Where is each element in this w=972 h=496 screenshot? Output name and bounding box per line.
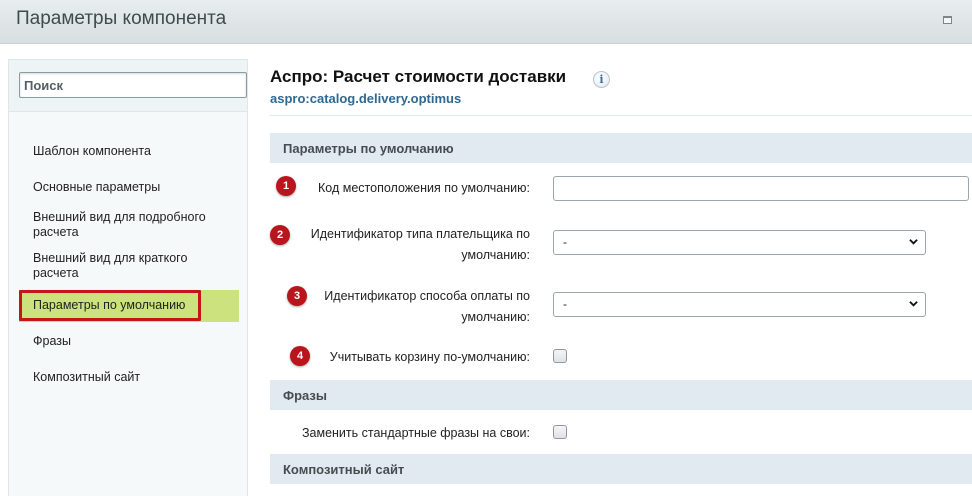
field-label-replace-phrases: Заменить стандартные фразы на свои: — [301, 426, 530, 440]
use-cart-checkbox[interactable] — [553, 349, 567, 363]
sidebar-item-composite-site[interactable]: Композитный сайт — [33, 370, 233, 385]
component-title: Аспро: Расчет стоимости доставки — [270, 67, 567, 86]
chevron-down-icon — [909, 301, 918, 307]
sidebar-item-main-params[interactable]: Основные параметры — [33, 180, 233, 195]
chevron-down-icon — [909, 239, 918, 245]
section-default-params: Параметры по умолчанию — [270, 133, 972, 163]
section-phrases: Фразы — [270, 380, 972, 410]
section-title: Фразы — [283, 388, 327, 403]
section-composite-site: Композитный сайт — [270, 454, 972, 484]
sidebar-item-label: Шаблон компонента — [33, 144, 151, 158]
section-title: Параметры по умолчанию — [283, 141, 454, 156]
info-icon[interactable]: i — [593, 71, 610, 88]
replace-phrases-checkbox[interactable] — [553, 425, 567, 439]
sidebar-item-component-template[interactable]: Шаблон компонента — [33, 144, 233, 159]
sidebar-item-default-params[interactable]: Параметры по умолчанию — [19, 290, 239, 322]
select-value: - — [563, 235, 567, 249]
field-label-payer-type: Идентификатор типа плательщика по умолча… — [310, 227, 530, 262]
sidebar: Шаблон компонента Основные параметры Вне… — [8, 59, 248, 496]
window-title: Параметры компонента — [16, 8, 227, 29]
window-titlebar: Параметры компонента — [0, 0, 972, 44]
section-title: Композитный сайт — [283, 462, 405, 477]
sidebar-item-label: Внешний вид для краткого расчета — [33, 251, 188, 280]
component-code: aspro:catalog.delivery.optimus — [270, 91, 462, 106]
field-label-location-code: Код местоположения по умолчанию: — [318, 181, 530, 195]
sidebar-item-label: Внешний вид для подробного расчета — [33, 210, 206, 239]
select-value: - — [563, 297, 567, 311]
sidebar-item-short-view[interactable]: Внешний вид для краткого расчета — [33, 251, 213, 281]
payment-method-select[interactable]: - — [553, 292, 926, 317]
sidebar-item-label: Фразы — [33, 334, 71, 348]
payer-type-select[interactable]: - — [553, 230, 926, 255]
step-badge: 2 — [270, 225, 290, 245]
maximize-icon[interactable] — [943, 16, 952, 24]
sidebar-item-detail-view[interactable]: Внешний вид для подробного расчета — [33, 210, 223, 240]
sidebar-search-area — [9, 60, 247, 112]
divider — [270, 115, 972, 116]
sidebar-item-label: Композитный сайт — [33, 370, 141, 384]
sidebar-item-label: Параметры по умолчанию — [33, 298, 186, 312]
sidebar-item-label: Основные параметры — [33, 180, 161, 194]
location-code-input[interactable] — [553, 176, 969, 201]
search-input[interactable] — [19, 72, 247, 98]
field-label-payment-method: Идентификатор способа оплаты по умолчани… — [324, 289, 530, 324]
field-label-use-cart: Учитывать корзину по-умолчанию: — [329, 350, 530, 364]
sidebar-item-phrases[interactable]: Фразы — [33, 334, 233, 349]
